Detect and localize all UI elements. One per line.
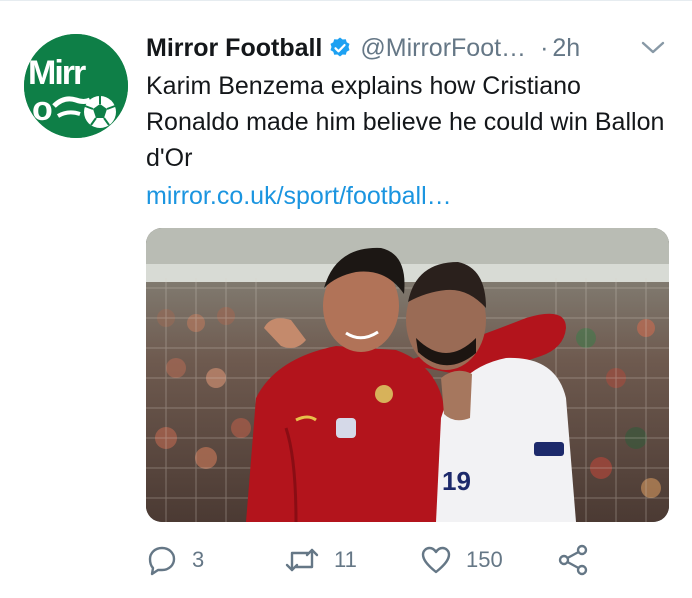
reply-icon[interactable] — [146, 544, 178, 576]
tweet-actions: 3 11 150 — [146, 540, 666, 580]
display-name[interactable]: Mirror Football — [146, 34, 322, 63]
retweet-action[interactable]: 11 — [284, 540, 357, 580]
tweet-header: Mirror Football @MirrorFoot… · 2h — [146, 30, 676, 66]
timestamp[interactable]: 2h — [552, 34, 580, 63]
reply-action[interactable]: 3 — [146, 540, 204, 580]
svg-text:o: o — [32, 90, 53, 128]
retweet-count: 11 — [334, 547, 357, 572]
mirror-logo: Mirr o — [24, 34, 128, 138]
reply-count: 3 — [192, 547, 205, 572]
like-action[interactable]: 150 — [420, 540, 503, 580]
verified-badge-icon — [328, 36, 352, 60]
retweet-icon[interactable] — [284, 544, 320, 576]
separator-dot: · — [540, 33, 549, 62]
tweet-text: Karim Benzema explains how Cristiano Ron… — [146, 72, 665, 172]
avatar[interactable]: Mirr o — [24, 34, 128, 138]
share-icon[interactable] — [556, 543, 590, 577]
like-count: 150 — [466, 547, 503, 572]
like-icon[interactable] — [420, 544, 452, 576]
shirt-number: 19 — [442, 466, 471, 496]
tweet-media-image[interactable]: 19 — [146, 228, 669, 522]
chevron-down-icon[interactable] — [640, 38, 666, 58]
share-action[interactable] — [556, 540, 590, 580]
svg-text:Mirr: Mirr — [28, 54, 86, 92]
tweet-link[interactable]: mirror.co.uk/sport/football… — [146, 178, 452, 214]
media-photo: 19 — [146, 228, 669, 522]
handle[interactable]: @MirrorFoot… — [360, 34, 526, 63]
top-divider — [0, 0, 692, 1]
